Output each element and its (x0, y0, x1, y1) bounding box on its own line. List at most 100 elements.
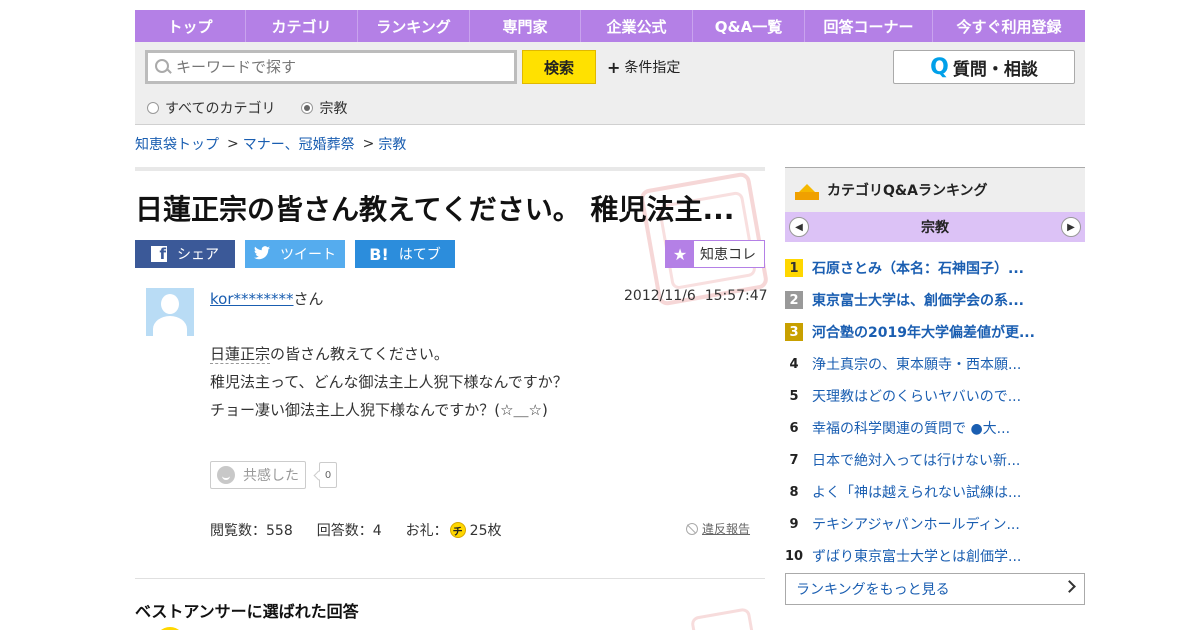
facebook-icon: f (151, 246, 167, 262)
ranking-link[interactable]: 石原さとみ（本名：石神国子）... (812, 258, 1024, 278)
breadcrumb-religion[interactable]: 宗教 (378, 134, 406, 154)
ranking-header: カテゴリQ&Aランキング (785, 167, 1085, 212)
q-icon: Q (930, 54, 949, 80)
answers-count: 回答数：4 (316, 523, 382, 539)
nav-item-top[interactable]: トップ (135, 10, 246, 42)
ranking-list: 1 石原さとみ（本名：石神国子）... 2 東京富士大学は、創価学会の系... 3河… (785, 252, 1085, 572)
empathy-count: 0 (319, 462, 337, 488)
ranking-category: 宗教 (921, 220, 949, 236)
views-count: 閲覧数：558 (210, 523, 293, 539)
share-hatena-button[interactable]: B! はてブ (355, 240, 455, 268)
ranking-item: 2 東京富士大学は、創価学会の系... (785, 284, 1085, 316)
more-ranking-button[interactable]: ランキングをもっと見る (785, 573, 1085, 605)
ranking-item: 9 テキシアジャパンホールディン... (785, 508, 1085, 540)
breadcrumb-manners[interactable]: マナー、冠婚葬祭 (243, 134, 355, 154)
rank-number: 10 (784, 548, 804, 564)
chiecolle-button[interactable]: ★ 知恵コレ (665, 240, 765, 268)
smile-icon (217, 466, 235, 484)
prev-arrow-icon[interactable]: ◀ (789, 217, 809, 237)
next-arrow-icon[interactable]: ▶ (1061, 217, 1081, 237)
category-scope: すべてのカテゴリ 宗教 (147, 98, 373, 118)
radio-all-categories[interactable] (147, 102, 159, 114)
keyword-link[interactable]: 日蓮正宗 (210, 345, 271, 364)
rank-number: 4 (789, 356, 799, 372)
breadcrumb: 知恵袋トップ > マナー、冠婚葬祭 > 宗教 (135, 134, 406, 154)
radio-all-label[interactable]: すべてのカテゴリ (165, 98, 275, 118)
ranking-link[interactable]: 日本で絶対入っては行けない新... (812, 450, 1020, 470)
ranking-link[interactable]: 河合塾の2019年大学偏差値が更... (812, 322, 1035, 342)
radio-current-label[interactable]: 宗教 (319, 98, 347, 118)
ranking-category-switcher: ◀ 宗教 ▶ (785, 212, 1085, 242)
nav-item-category[interactable]: カテゴリ (246, 10, 358, 42)
more-ranking-label: ランキングをもっと見る (796, 582, 950, 598)
empathy-label: 共感した (243, 468, 299, 484)
share-twitter-label: ツイート (280, 247, 336, 263)
question-title: 日蓮正宗の皆さん教えてください。 稚児法主... (135, 193, 735, 226)
crown-icon (795, 180, 819, 200)
nav-item-experts[interactable]: 専門家 (470, 10, 581, 42)
rank-number: 2 (785, 291, 803, 309)
content-top-rule (135, 167, 765, 171)
rank-number: 7 (789, 452, 799, 468)
star-icon: ★ (666, 241, 694, 267)
nav-item-ranking[interactable]: ランキング (358, 10, 470, 42)
nav-item-register[interactable]: 今すぐ利用登録 (933, 10, 1085, 42)
rank-number: 1 (785, 259, 803, 277)
reward-value: 25枚 (469, 523, 502, 539)
ask-question-button[interactable]: Q 質問・相談 (893, 50, 1075, 84)
radio-current-category[interactable] (301, 102, 314, 114)
nav-item-official[interactable]: 企業公式 (581, 10, 693, 42)
ranking-link[interactable]: ずばり東京富士大学とは創価学... (812, 546, 1021, 566)
ranking-link[interactable]: 東京富士大学は、創価学会の系... (812, 290, 1024, 310)
ranking-item: 7 日本で絶対入っては行けない新... (785, 444, 1085, 476)
report-label: 違反報告 (702, 522, 751, 536)
report-link[interactable]: 違反報告 (686, 520, 750, 537)
ranking-link[interactable]: 浄土真宗の、東本願寺・西本願... (812, 354, 1021, 374)
twitter-icon (254, 245, 270, 264)
ranking-link[interactable]: よく「神は越えられない試練は... (812, 482, 1021, 502)
global-nav: トップ カテゴリ ランキング 専門家 企業公式 Q&A一覧 回答コーナー 今すぐ… (135, 10, 1085, 42)
breadcrumb-top[interactable]: 知恵袋トップ (135, 134, 219, 154)
share-facebook-button[interactable]: f シェア (135, 240, 235, 268)
body-line: 稚児法主って、どんな御法主上人猊下様なんですか？ (210, 373, 568, 391)
conditions-link[interactable]: + 条件指定 (607, 57, 680, 77)
rank-number: 8 (789, 484, 799, 500)
rank-number: 3 (785, 323, 803, 341)
resolved-stamp (689, 607, 757, 630)
search-input[interactable] (176, 58, 496, 76)
share-hatena-label: はてブ (398, 247, 441, 263)
question-stats: 閲覧数：558 回答数：4 お礼： チ 25枚 (210, 520, 501, 540)
search-button[interactable]: 検索 (522, 50, 596, 84)
body-line: チョー凄い御法主上人猊下様なんですか？(☆＿☆) (210, 401, 548, 419)
search-panel: 検索 + 条件指定 すべてのカテゴリ 宗教 Q 質問・相談 (135, 42, 1085, 125)
search-icon (154, 58, 172, 76)
ranking-link[interactable]: テキシアジャパンホールディン... (812, 514, 1020, 534)
author-link[interactable]: kor******** (210, 290, 294, 308)
coin-icon: チ (449, 522, 466, 538)
category-ranking-panel: カテゴリQ&Aランキング ◀ 宗教 ▶ 1 石原さとみ（本名：石神国子）... 2… (785, 167, 1085, 605)
ranking-item: 5 天理教はどのくらいヤバいので... (785, 380, 1085, 412)
ranking-link[interactable]: 天理教はどのくらいヤバいので... (812, 386, 1021, 406)
plus-icon: + (607, 57, 621, 77)
share-facebook-label: シェア (177, 247, 219, 263)
nav-item-answer-corner[interactable]: 回答コーナー (805, 10, 933, 42)
share-twitter-button[interactable]: ツイート (245, 240, 345, 268)
ask-question-label: 質問・相談 (952, 59, 1038, 80)
question-date: 2012/11/6 (624, 288, 696, 304)
question-time: 15:57:47 (704, 288, 768, 304)
author-suffix: さん (293, 290, 324, 308)
ranking-item: 3 河合塾の2019年大学偏差値が更... (785, 316, 1085, 348)
nav-item-qa-list[interactable]: Q&A一覧 (693, 10, 805, 42)
search-field[interactable] (145, 50, 517, 84)
rank-number: 5 (789, 388, 799, 404)
rank-number: 9 (789, 516, 799, 532)
ranking-link[interactable]: 幸福の科学関連の質問で ●大... (812, 418, 1010, 438)
avatar[interactable] (146, 288, 194, 336)
chevron-right-icon (1063, 580, 1076, 593)
ranking-item: 10 ずばり東京富士大学とは創価学... (785, 540, 1085, 572)
rank-number: 6 (789, 420, 799, 436)
breadcrumb-separator: > (227, 136, 239, 152)
question-timestamp: 2012/11/6 15:57:47 (624, 288, 768, 304)
reward-label: お礼： (405, 523, 448, 539)
empathy-button[interactable]: 共感した (210, 461, 306, 489)
